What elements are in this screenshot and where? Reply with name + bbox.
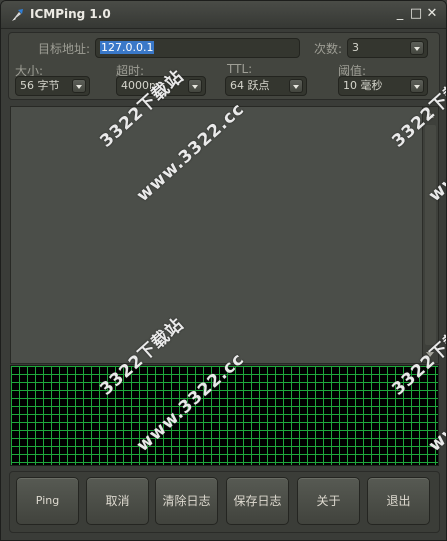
- count-value: 3: [352, 41, 359, 54]
- ttl-label: TTL:: [227, 62, 253, 76]
- chevron-down-icon[interactable]: [188, 79, 202, 93]
- scroll-thumb[interactable]: [425, 125, 436, 345]
- log-output-area[interactable]: [10, 106, 439, 364]
- count-select[interactable]: 3: [347, 38, 428, 58]
- scroll-down-icon[interactable]: [426, 352, 434, 357]
- scroll-up-icon[interactable]: [426, 113, 434, 118]
- latency-graph: [10, 365, 439, 466]
- ttl-value: 64 跃点: [230, 79, 270, 92]
- close-button[interactable]: ✕: [425, 7, 439, 21]
- size-select[interactable]: 56 字节: [15, 76, 90, 96]
- maximize-button[interactable]: □: [409, 7, 423, 21]
- chevron-down-icon[interactable]: [410, 41, 424, 55]
- cancel-button[interactable]: 取消: [86, 477, 149, 525]
- minimize-button[interactable]: _: [393, 7, 407, 21]
- threshold-select[interactable]: 10 毫秒: [338, 76, 428, 96]
- ttl-select[interactable]: 64 跃点: [225, 76, 307, 96]
- timeout-value: 4000ms: [121, 79, 166, 92]
- size-value: 56 字节: [20, 79, 60, 92]
- window-title: ICMPing 1.0: [30, 7, 111, 21]
- about-button[interactable]: 关于: [297, 477, 360, 525]
- chevron-down-icon[interactable]: [410, 79, 424, 93]
- timeout-select[interactable]: 4000ms: [116, 76, 206, 96]
- ping-button[interactable]: Ping: [16, 477, 79, 525]
- target-address-input[interactable]: 127.0.0.1: [95, 38, 300, 58]
- chevron-down-icon[interactable]: [289, 79, 303, 93]
- threshold-value: 10 毫秒: [343, 79, 383, 92]
- chevron-down-icon[interactable]: [72, 79, 86, 93]
- log-scrollbar[interactable]: [422, 107, 438, 363]
- app-window: ICMPing 1.0 _ □ ✕ 目标地址: 127.0.0.1 次数: 3 …: [0, 0, 447, 541]
- button-bar: Ping 取消 清除日志 保存日志 关于 退出: [9, 471, 440, 533]
- save-log-button[interactable]: 保存日志: [226, 477, 289, 525]
- title-bar[interactable]: ICMPing 1.0 _ □ ✕: [1, 1, 446, 29]
- count-label: 次数:: [314, 42, 343, 56]
- app-logo-icon: [12, 9, 23, 21]
- clear-log-button[interactable]: 清除日志: [155, 477, 218, 525]
- exit-button[interactable]: 退出: [367, 477, 430, 525]
- target-address-value: 127.0.0.1: [100, 41, 155, 54]
- target-address-label: 目标地址:: [38, 42, 91, 56]
- settings-panel: 目标地址: 127.0.0.1 次数: 3 大小: 56 字节 超时: 4000…: [8, 32, 440, 100]
